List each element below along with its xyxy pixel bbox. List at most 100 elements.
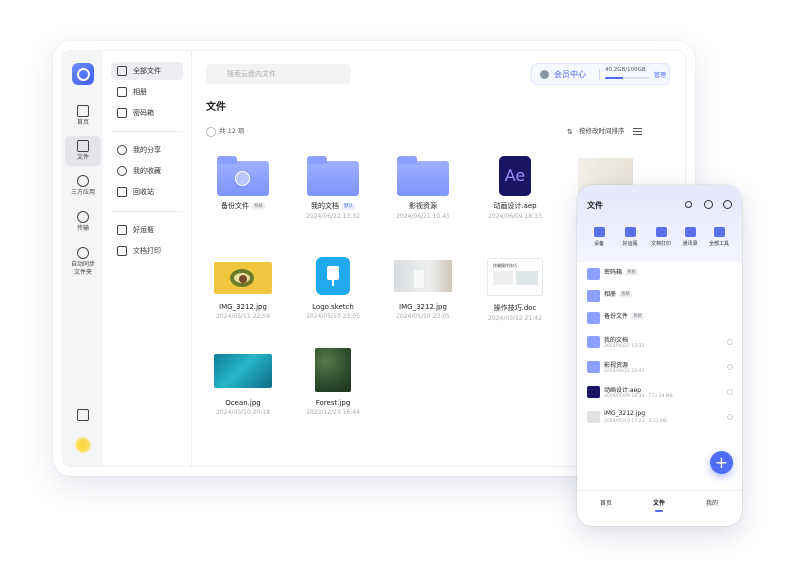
list-item[interactable]: 影视资源 2024/06/21 10:45 [587, 358, 733, 378]
sync-icon [77, 247, 89, 259]
select-checkbox[interactable] [727, 414, 733, 420]
bottle-icon [624, 227, 636, 237]
image-thumbnail [587, 411, 600, 423]
tool-contacts[interactable]: 通讯录 [675, 227, 705, 247]
search-input[interactable]: 搜索云盘内文件 [206, 64, 351, 84]
rail-apps[interactable]: 三方应用 [65, 175, 101, 197]
file-item[interactable]: 备份文件 系统 [203, 154, 283, 211]
member-center-link[interactable]: 会员中心 [554, 69, 586, 80]
image-thumbnail [214, 354, 272, 388]
tool-print[interactable]: 文档打印 [646, 227, 676, 247]
tool-all[interactable]: 全部工具 [704, 227, 734, 247]
sidebar-item-shares[interactable]: 我的分享 [111, 141, 183, 159]
tab-home[interactable]: 首页 [586, 498, 626, 507]
rail-sync[interactable]: 自动同步 文件夹 [65, 247, 101, 277]
list-item[interactable]: IMG_3212.jpg 2024/05/19 17:23 · 1.21 MB [587, 408, 733, 428]
folder-icon [117, 66, 127, 76]
folder-icon [77, 140, 89, 152]
active-tab-indicator [655, 510, 663, 512]
select-checkbox[interactable] [727, 339, 733, 345]
list-item[interactable]: 我的文档 2024/06/22 13:32 [587, 333, 733, 353]
printer-icon [655, 227, 667, 237]
mobile-app: 文件 设备 好运瓶 文档打印 通讯录 全部工具 密码箱 系统 相册 系统 备份文件系… [577, 185, 742, 526]
file-item[interactable]: Ocean.jpg 2024/03/10 20:18 [203, 352, 283, 416]
list-item[interactable]: 备份文件 系统 [587, 309, 733, 329]
status-badge: 默认 [342, 203, 355, 210]
sketch-icon [316, 257, 350, 295]
mobile-title: 文件 [587, 201, 603, 210]
list-item[interactable]: 密码箱 系统 [587, 265, 733, 285]
member-storage-panel[interactable]: 会员中心 40.2GB/100GB 管理 [531, 63, 670, 85]
storage-text: 40.2GB/100GB [605, 67, 646, 73]
app-logo-icon[interactable] [72, 63, 94, 85]
sort-icon: ⇅ [567, 128, 573, 136]
sidebar-item-trash[interactable]: 回收站 [111, 183, 183, 201]
file-item[interactable]: 终端操作技巧 操作技巧.doc 2024/03/12 21:42 [475, 256, 555, 322]
tab-files[interactable]: 文件 [639, 498, 679, 507]
tool-device[interactable]: 设备 [584, 227, 614, 247]
sidebar-item-print[interactable]: 文档打印 [111, 242, 183, 260]
mobile-header [577, 185, 742, 263]
transfer-icon [77, 211, 89, 223]
folder-icon [587, 336, 600, 348]
tab-me[interactable]: 我的 [692, 498, 732, 507]
folder-icon [587, 290, 600, 302]
select-checkbox[interactable] [727, 389, 733, 395]
sort-button[interactable]: ⇅ 按修改时间排序 [567, 127, 625, 136]
list-item[interactable]: 相册 系统 [587, 287, 733, 307]
sidebar-item-album[interactable]: 相册 [111, 83, 183, 101]
image-thumbnail [214, 262, 272, 294]
storage-bar [605, 77, 649, 79]
folder-icon [587, 268, 600, 280]
select-all-count[interactable]: 共 12 项 [206, 127, 244, 137]
file-item[interactable]: IMG_3212.jpg 2024/05/10 23:05 [383, 256, 463, 320]
sidebar-item-all-files[interactable]: 全部文件 [111, 62, 183, 80]
bottle-icon [117, 225, 127, 235]
storage-bar-fill [605, 77, 623, 79]
rail-home[interactable]: 首页 [65, 105, 101, 127]
heart-icon [117, 166, 127, 176]
select-checkbox[interactable] [727, 364, 733, 370]
sidebar-item-lucky-bottle[interactable]: 好运瓶 [111, 221, 183, 239]
list-view-icon[interactable] [633, 128, 642, 135]
rail-message[interactable] [65, 409, 101, 423]
sidebar-item-vault[interactable]: 密码箱 [111, 104, 183, 122]
message-icon [77, 409, 89, 421]
manage-link[interactable]: 管理 [654, 70, 666, 79]
transfer-icon[interactable] [704, 200, 713, 209]
trash-icon [117, 187, 127, 197]
rail-transfer[interactable]: 传输 [65, 211, 101, 233]
divider [599, 69, 600, 80]
list-item[interactable]: 动画设计.aep 2024/06/09 18:33 · 772.39 MB [587, 383, 733, 403]
status-badge: 系统 [252, 203, 265, 210]
sidebar: 全部文件 相册 密码箱 我的分享 我的收藏 回收站 好运瓶 文档打印 [103, 51, 192, 466]
rail-files[interactable]: 文件 [65, 136, 101, 166]
tool-lucky-bottle[interactable]: 好运瓶 [615, 227, 645, 247]
image-thumbnail [315, 348, 351, 392]
shield-icon [235, 171, 250, 186]
apps-icon [77, 175, 89, 187]
vault-icon [117, 108, 127, 118]
add-button[interactable]: + [710, 451, 733, 474]
folder-icon [397, 156, 449, 196]
file-item[interactable]: Ae 动画设计.aep 2024/06/09 18:33 [475, 154, 555, 220]
file-item[interactable]: Logo.sketch 2024/05/10 23:05 [293, 256, 373, 320]
search-icon[interactable] [685, 201, 692, 208]
contacts-icon [684, 227, 696, 237]
file-item[interactable]: 影视资源 2024/06/21 10:45 [383, 154, 463, 220]
divider [111, 211, 183, 212]
image-icon [117, 87, 127, 97]
sidebar-item-favorites[interactable]: 我的收藏 [111, 162, 183, 180]
icon-rail: 首页 文件 三方应用 传输 自动同步 文件夹 [63, 51, 103, 466]
grid-icon [713, 227, 725, 237]
more-icon[interactable] [723, 200, 732, 209]
avatar[interactable] [75, 437, 91, 453]
folder-icon [587, 361, 600, 373]
file-item[interactable]: Forest.jpg 2023/12/23 16:44 [293, 348, 373, 416]
file-item[interactable]: IMG_3212.jpg 2024/05/11 22:59 [203, 256, 283, 320]
after-effects-icon: Ae [499, 156, 531, 196]
file-item[interactable]: 我的文档 默认 2024/06/22 13:32 [293, 154, 373, 220]
status-badge: 系统 [625, 269, 639, 276]
folder-icon [307, 156, 359, 196]
after-effects-icon [587, 386, 600, 398]
